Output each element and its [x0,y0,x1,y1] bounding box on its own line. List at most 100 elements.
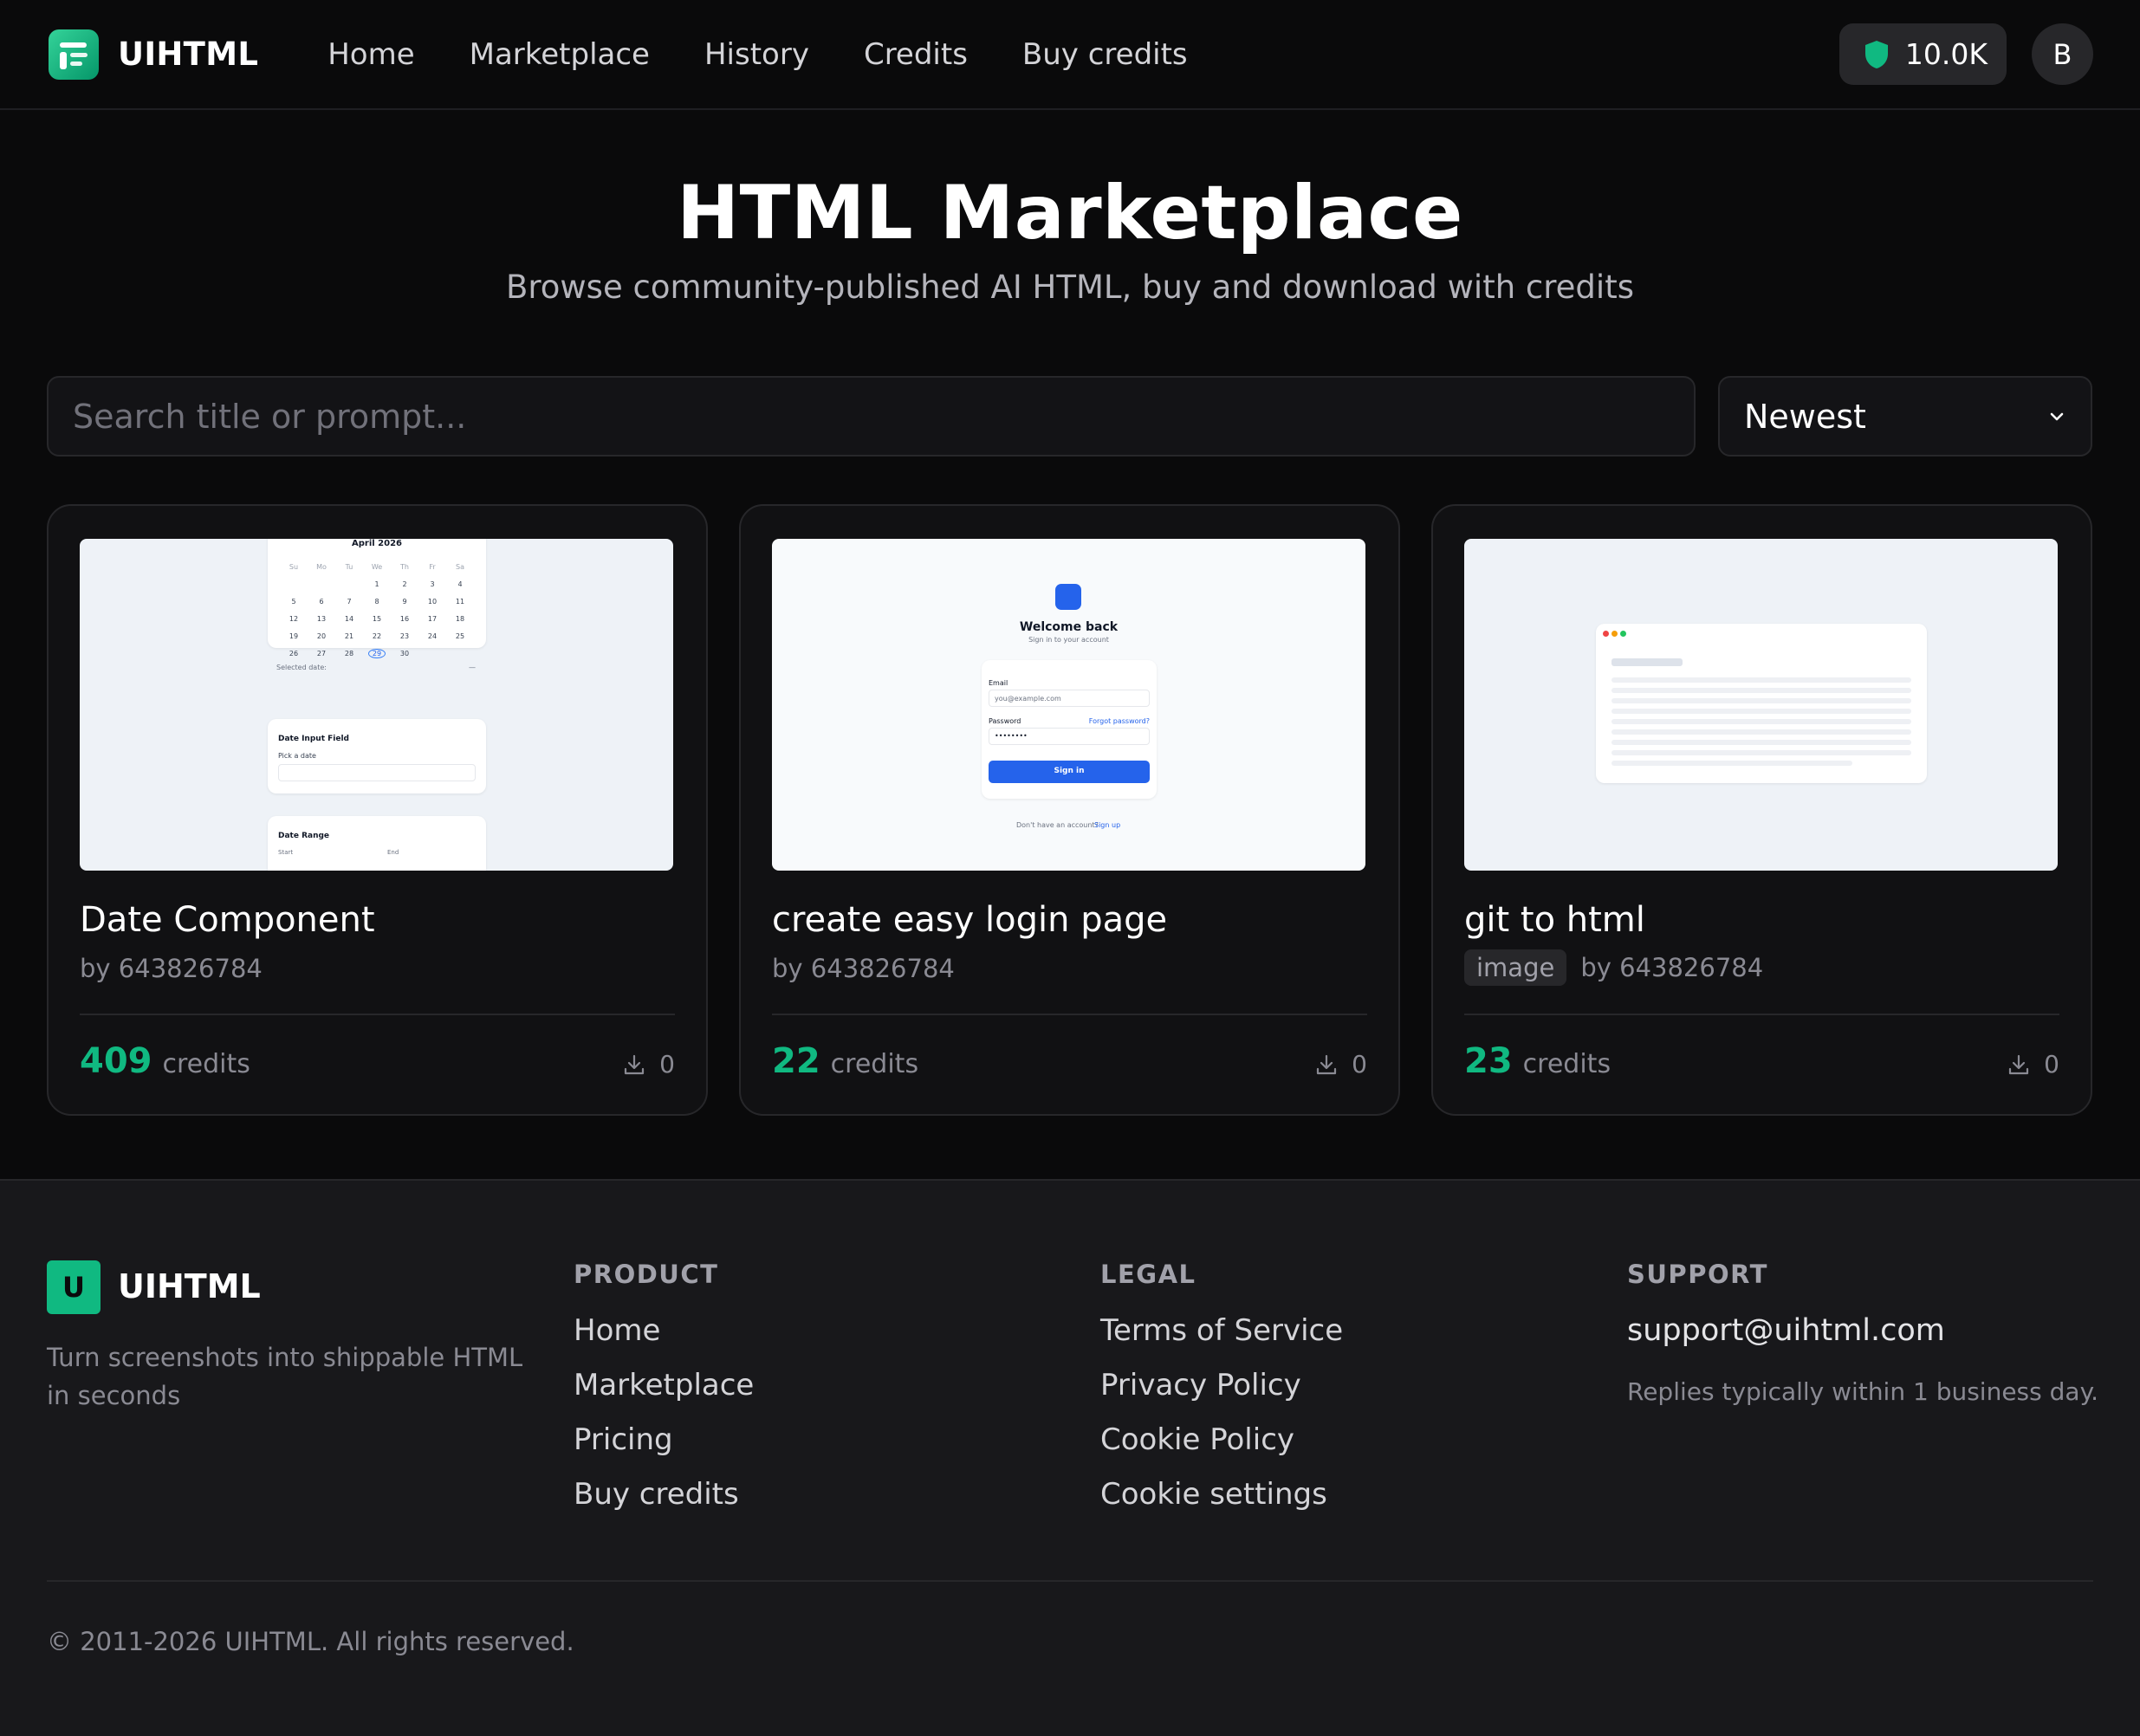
site-footer: U UIHTML Turn screenshots into shippable… [0,1179,2140,1736]
browser-window-preview [1596,624,1927,783]
window-minimize-dot [1611,631,1618,637]
footer-product-column: PRODUCT Home Marketplace Pricing Buy cre… [574,1260,754,1532]
card-title[interactable]: create easy login page [772,900,1167,940]
brand-name[interactable]: UIHTML [118,36,258,73]
preview-text-line [1611,740,1911,745]
date-input-label: Pick a date [278,752,316,760]
credit-balance-button[interactable]: 10.0K [1838,23,2007,85]
footer-link-cookie-policy[interactable]: Cookie Policy [1100,1422,1343,1477]
nav-history[interactable]: History [704,37,809,72]
nav-credits[interactable]: Credits [864,37,968,72]
card-price: 409 credits [80,1041,250,1081]
footer-link-cookie-settings[interactable]: Cookie settings [1100,1477,1343,1532]
chevron-down-icon [2050,412,2064,420]
card-price-value: 22 [772,1041,820,1081]
login-email-field: you@example.com [989,690,1150,707]
preview-text-line [1611,677,1911,683]
card-meta: by 643826784 [80,954,263,983]
shield-icon [1864,40,1888,68]
marketplace-card[interactable]: Welcome back Sign in to your account Ema… [739,504,1400,1116]
preview-text-line [1611,698,1911,703]
calendar-week: 1234 [374,580,463,588]
card-title[interactable]: Date Component [80,900,375,940]
calendar-grid: Su Mo Tu We Th Fr Sa 1234 5 6 7 8 9 10 11 12 13 14 15 16… [285,558,469,662]
login-password-field: •••••••• [989,728,1150,745]
nav-marketplace[interactable]: Marketplace [470,37,650,72]
nav-home[interactable]: Home [327,37,414,72]
footer-product-heading: PRODUCT [574,1260,719,1289]
card-divider [80,1014,675,1015]
login-signin-label: Sign in [1054,767,1085,775]
card-meta: image by 643826784 [1464,949,1763,986]
card-price-value: 409 [80,1041,152,1081]
user-avatar[interactable]: B [2032,23,2093,85]
marketplace-card[interactable]: April 2026 Su Mo Tu We Th Fr Sa 1234 5 6 7 8 9 10 11… [47,504,708,1116]
card-price-value: 23 [1464,1041,1513,1081]
card-preview-image[interactable] [1464,539,2058,871]
footer-logo-icon[interactable]: U [47,1260,101,1314]
card-price: 23 credits [1464,1041,1611,1081]
calendar-week: 12 13 14 15 16 17 18 [289,614,465,623]
card-title[interactable]: git to html [1464,900,1645,940]
card-download-count: 0 [659,1050,675,1079]
window-close-dot [1603,631,1609,637]
login-subheading: Sign in to your account [1028,636,1109,644]
login-logo-icon [1055,584,1081,610]
footer-link-home[interactable]: Home [574,1313,754,1368]
footer-tagline: Turn screenshots into shippable HTML in … [47,1343,523,1410]
footer-brand[interactable]: UIHTML [118,1267,261,1305]
calendar-week: 5 6 7 8 9 10 11 [291,597,465,606]
footer-legal-heading: LEGAL [1100,1260,1196,1289]
preview-text-line [1611,709,1911,714]
card-author: by 643826784 [80,954,263,983]
footer-link-terms[interactable]: Terms of Service [1100,1313,1343,1368]
calendar-week: 19 20 21 22 23 24 25 [289,632,465,640]
download-icon [625,1054,645,1074]
page-title: HTML Marketplace [677,170,1463,256]
footer-legal-column: LEGAL Terms of Service Privacy Policy Co… [1100,1260,1343,1532]
card-meta: by 643826784 [772,954,955,983]
footer-link-privacy[interactable]: Privacy Policy [1100,1368,1343,1422]
header-actions: 10.0K B [1838,23,2093,85]
card-downloads: 0 [2007,1050,2059,1079]
preview-text-line [1611,761,1852,766]
card-price-unit: credits [1522,1049,1611,1079]
preview-text-line [1611,729,1911,735]
card-divider [772,1014,1367,1015]
calendar-month: April 2026 [352,539,402,548]
footer-support-heading: SUPPORT [1627,1260,1768,1289]
uihtml-logo-icon[interactable] [49,29,99,80]
preview-text-line [1611,688,1911,693]
date-range-title: Date Range [278,832,330,840]
preview-heading-bar [1611,658,1683,666]
support-email-link[interactable]: support@uihtml.com [1627,1313,2098,1348]
calendar-weekdays: Su Mo Tu We Th Fr Sa [289,562,464,571]
login-email-label: Email [989,679,1008,687]
card-preview-image[interactable]: Welcome back Sign in to your account Ema… [772,539,1365,871]
footer-link-marketplace[interactable]: Marketplace [574,1368,754,1422]
footer-link-pricing[interactable]: Pricing [574,1422,754,1477]
download-icon [1317,1054,1337,1074]
sort-select[interactable]: Newest [1718,376,2092,457]
nav-buy-credits[interactable]: Buy credits [1022,37,1188,72]
search-input[interactable] [47,376,1696,457]
card-preview-image[interactable]: April 2026 Su Mo Tu We Th Fr Sa 1234 5 6 7 8 9 10 11… [80,539,673,871]
marketplace-card[interactable]: git to html image by 643826784 23 credit… [1431,504,2092,1116]
login-password-value: •••••••• [995,732,1028,740]
login-signin-button: Sign in [989,761,1150,783]
login-footer-text: Don't have an account? [1016,821,1099,829]
card-download-count: 0 [2044,1050,2059,1079]
date-range-preview: Date Range Start End [268,816,486,871]
main-nav: Home Marketplace History Credits Buy cre… [327,37,1242,72]
download-icon [2009,1054,2029,1074]
card-divider [1464,1014,2059,1015]
date-input-title: Date Input Field [278,735,349,743]
window-maximize-dot [1620,631,1626,637]
login-form-preview: Email you@example.com Password Forgot pa… [982,660,1157,799]
calendar-preview: April 2026 Su Mo Tu We Th Fr Sa 1234 5 6 7 8 9 10 11… [268,539,486,671]
footer-link-buy-credits[interactable]: Buy credits [574,1477,754,1532]
card-tag: image [1464,949,1567,986]
preview-text-line [1611,719,1911,724]
date-range-end: End [387,849,399,856]
footer-divider [47,1580,2093,1582]
